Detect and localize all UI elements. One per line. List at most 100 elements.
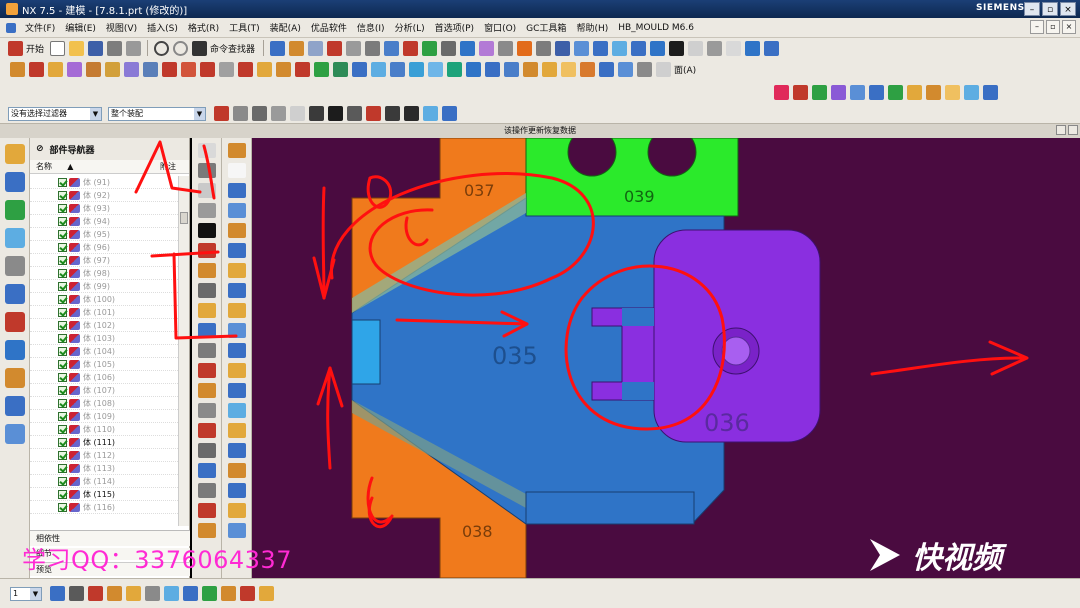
visibility-checkbox[interactable] — [58, 476, 67, 486]
modeling-tool-icon[interactable] — [200, 61, 215, 77]
side-tool-icon[interactable] — [228, 363, 246, 378]
modeling-tool-icon[interactable] — [580, 61, 595, 77]
new-file-icon[interactable] — [50, 40, 66, 56]
modeling-tool-icon[interactable] — [390, 61, 405, 77]
standard-tool-icon[interactable] — [517, 40, 533, 56]
mold-tool-icon[interactable] — [793, 84, 808, 100]
snap-tool-icon[interactable] — [309, 106, 324, 121]
mold-tool-icon[interactable] — [850, 84, 865, 100]
tree-row[interactable]: 体 (113) — [30, 462, 178, 475]
menu-item-13[interactable]: 帮助(H) — [571, 21, 613, 34]
side-tool-icon[interactable] — [198, 463, 216, 478]
snap-tool-icon[interactable] — [347, 106, 362, 121]
snap-tool-icon[interactable] — [442, 106, 457, 121]
modeling-tool-icon[interactable] — [10, 61, 25, 77]
menu-item-11[interactable]: 窗口(O) — [479, 21, 521, 34]
resource-tab-icon[interactable] — [5, 256, 25, 276]
snap-tool-icon[interactable] — [423, 106, 438, 121]
tree-row[interactable]: 体 (112) — [30, 449, 178, 462]
work-layer-dropdown[interactable]: 1 ▼ — [10, 586, 42, 601]
visibility-checkbox[interactable] — [58, 203, 67, 213]
standard-tool-icon[interactable] — [574, 40, 590, 56]
bottom-tool-icon[interactable] — [259, 586, 274, 601]
start-icon[interactable] — [8, 40, 23, 56]
undo-icon[interactable] — [154, 40, 170, 56]
bottom-tool-icon[interactable] — [69, 586, 84, 601]
modeling-tool-icon[interactable] — [314, 61, 329, 77]
visibility-checkbox[interactable] — [58, 411, 67, 421]
side-tool-icon[interactable] — [228, 463, 246, 478]
redo-icon[interactable] — [173, 40, 189, 56]
standard-tool-icon[interactable] — [479, 40, 495, 56]
modeling-tool-icon[interactable] — [561, 61, 576, 77]
tree-row[interactable]: 体 (115) — [30, 488, 178, 501]
bottom-tool-icon[interactable] — [145, 586, 160, 601]
modeling-tool-icon[interactable] — [428, 61, 443, 77]
menu-item-1[interactable]: 编辑(E) — [60, 21, 101, 34]
face-menu-button[interactable]: 面(A) — [674, 63, 696, 76]
standard-tool-icon[interactable] — [346, 40, 362, 56]
menu-item-4[interactable]: 格式(R) — [183, 21, 224, 34]
standard-tool-icon[interactable] — [536, 40, 552, 56]
side-tool-icon[interactable] — [198, 503, 216, 518]
start-menu-button[interactable]: 开始 — [26, 42, 44, 55]
modeling-tool-icon[interactable] — [48, 61, 63, 77]
tree-row[interactable]: 体 (116) — [30, 501, 178, 514]
modeling-tool-icon[interactable] — [352, 61, 367, 77]
side-tool-icon[interactable] — [198, 383, 216, 398]
tree-row[interactable]: 体 (108) — [30, 397, 178, 410]
standard-tool-icon[interactable] — [422, 40, 438, 56]
graphics-viewport[interactable]: 037 039 035 036 038 — [252, 138, 1080, 578]
maximize-button[interactable]: ▫ — [1042, 2, 1058, 16]
tree-row[interactable]: 体 (105) — [30, 358, 178, 371]
visibility-checkbox[interactable] — [58, 294, 67, 304]
doc-minimize-button[interactable]: – — [1030, 20, 1044, 34]
resource-tab-icon[interactable] — [5, 200, 25, 220]
side-tool-icon[interactable] — [228, 503, 246, 518]
resource-tab-icon[interactable] — [5, 396, 25, 416]
visibility-checkbox[interactable] — [58, 502, 67, 512]
visibility-checkbox[interactable] — [58, 437, 67, 447]
visibility-checkbox[interactable] — [58, 268, 67, 278]
standard-tool-icon[interactable] — [289, 40, 305, 56]
mold-tool-icon[interactable] — [774, 84, 789, 100]
bottom-tool-icon[interactable] — [88, 586, 103, 601]
mold-tool-icon[interactable] — [907, 84, 922, 100]
snap-tool-icon[interactable] — [366, 106, 381, 121]
modeling-tool-icon[interactable] — [333, 61, 348, 77]
visibility-checkbox[interactable] — [58, 281, 67, 291]
standard-tool-icon[interactable] — [745, 40, 761, 56]
mold-tool-icon[interactable] — [888, 84, 903, 100]
standard-tool-icon[interactable] — [270, 40, 286, 56]
visibility-checkbox[interactable] — [58, 190, 67, 200]
tree-row[interactable]: 体 (111) — [30, 436, 178, 449]
modeling-tool-icon[interactable] — [124, 61, 139, 77]
save-icon[interactable] — [88, 40, 104, 56]
command-finder-button[interactable]: 命令查找器 — [210, 42, 255, 55]
menu-item-6[interactable]: 装配(A) — [265, 21, 306, 34]
modeling-tool-icon[interactable] — [181, 61, 196, 77]
modeling-tool-icon[interactable] — [143, 61, 158, 77]
standard-tool-icon[interactable] — [460, 40, 476, 56]
bottom-tool-icon[interactable] — [126, 586, 141, 601]
snap-tool-icon[interactable] — [385, 106, 400, 121]
standard-tool-icon[interactable] — [688, 40, 704, 56]
side-tool-icon[interactable] — [198, 363, 216, 378]
resource-tab-icon[interactable] — [5, 172, 25, 192]
resource-tab-icon[interactable] — [5, 284, 25, 304]
bottom-tool-icon[interactable] — [50, 586, 65, 601]
mold-tool-icon[interactable] — [926, 84, 941, 100]
standard-tool-icon[interactable] — [707, 40, 723, 56]
visibility-checkbox[interactable] — [58, 450, 67, 460]
menu-item-0[interactable]: 文件(F) — [20, 21, 60, 34]
prompt-minimize-button[interactable] — [1056, 125, 1066, 135]
modeling-tool-icon[interactable] — [409, 61, 424, 77]
side-tool-icon[interactable] — [228, 523, 246, 538]
modeling-tool-icon[interactable] — [447, 61, 462, 77]
mold-tool-icon[interactable] — [983, 84, 998, 100]
menu-item-3[interactable]: 插入(S) — [142, 21, 183, 34]
bottom-tool-icon[interactable] — [183, 586, 198, 601]
resource-tab-icon[interactable] — [5, 144, 25, 164]
modeling-tool-icon[interactable] — [86, 61, 101, 77]
snap-tool-icon[interactable] — [328, 106, 343, 121]
